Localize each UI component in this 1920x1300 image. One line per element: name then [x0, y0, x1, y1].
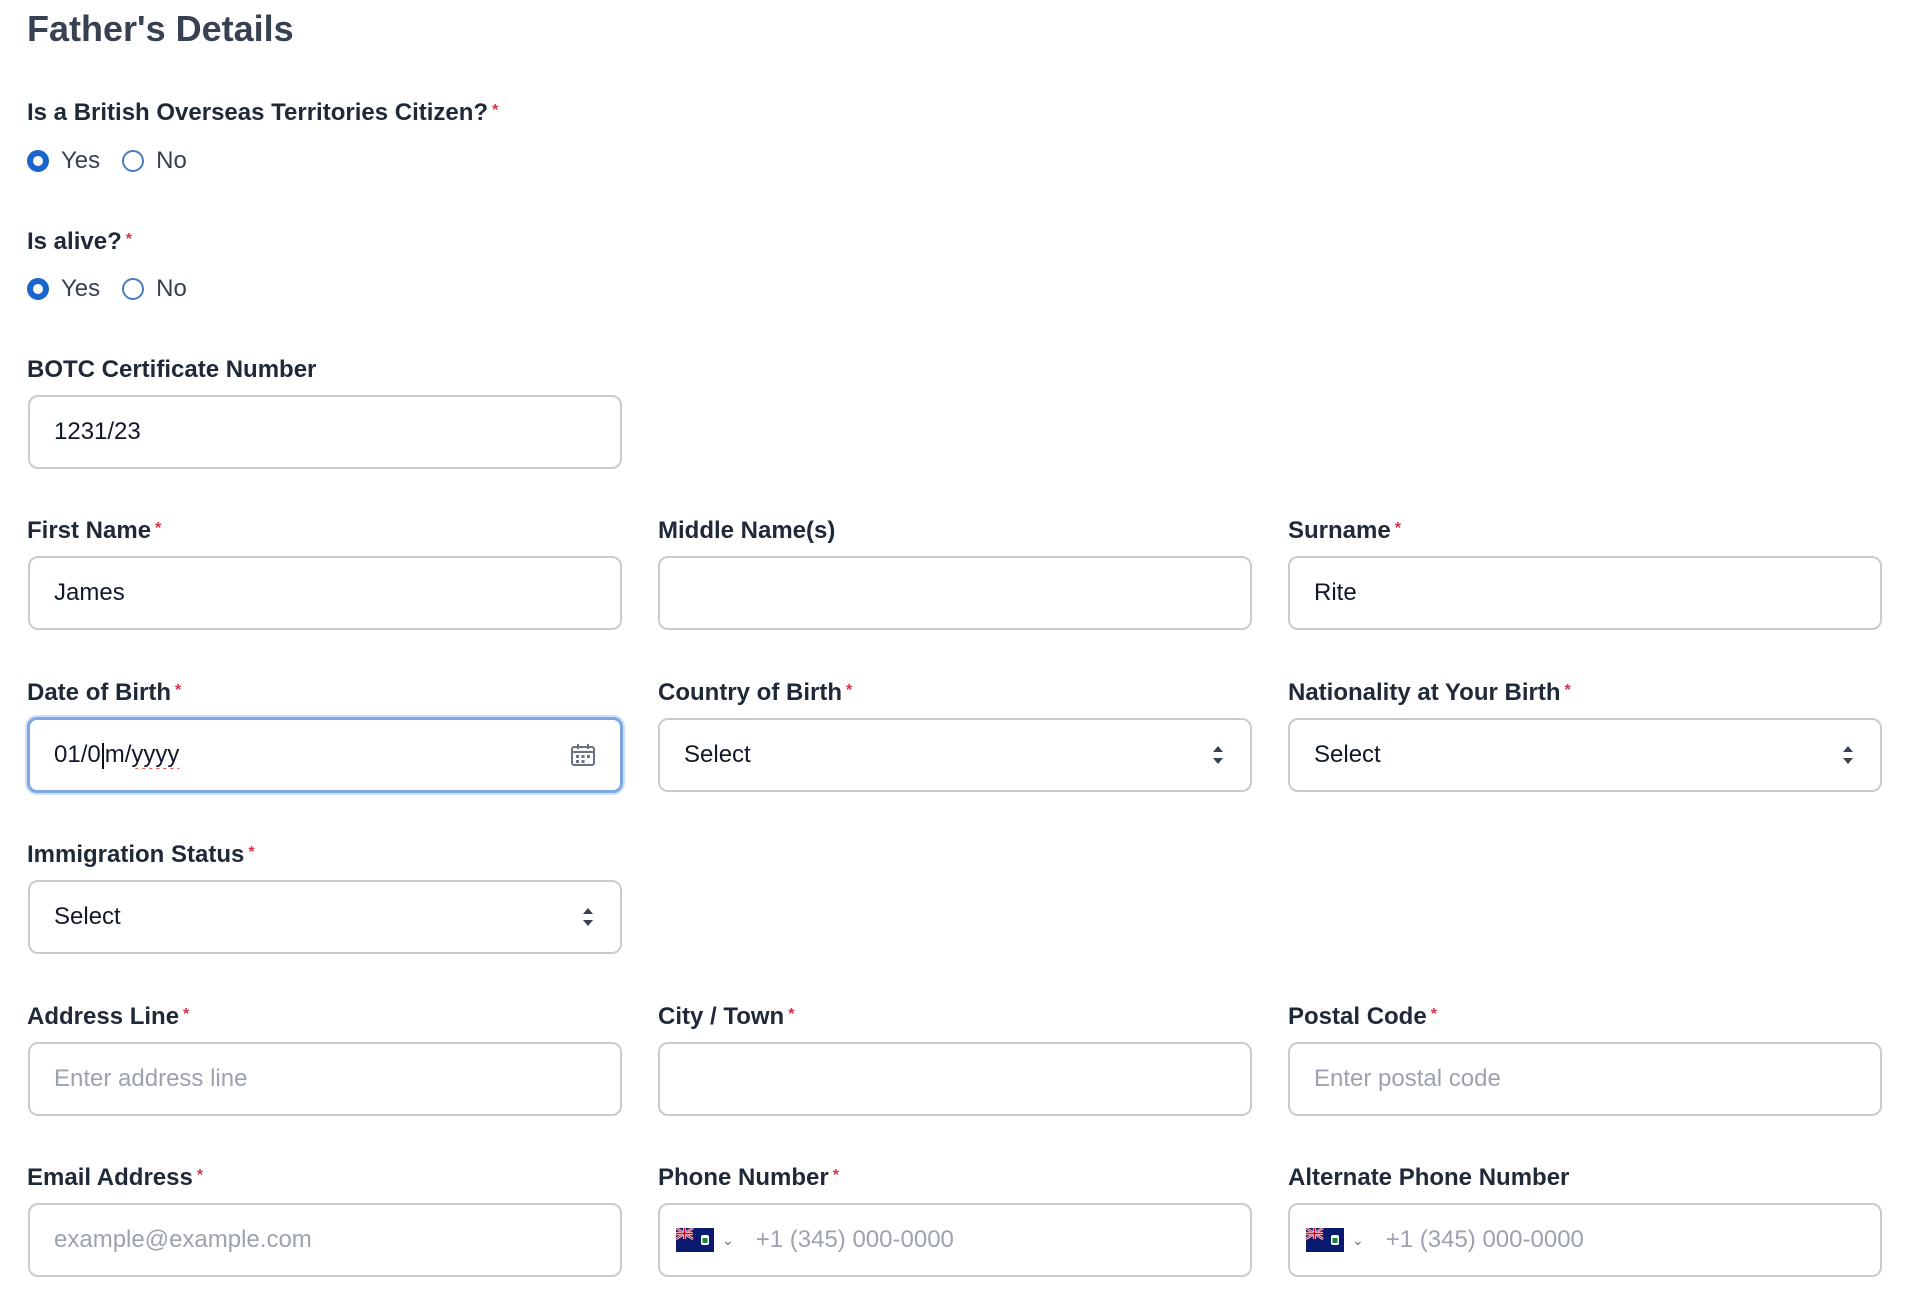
city-town-label: City / Town * [658, 1002, 794, 1032]
dob-label: Date of Birth * [27, 678, 181, 708]
required-mark: * [175, 682, 182, 699]
dob-label-text: Date of Birth [27, 679, 171, 706]
section-title: Father's Details [27, 8, 294, 49]
botc-certificate-value: 1231/23 [54, 418, 141, 445]
address-line-input[interactable]: Enter address line [28, 1042, 622, 1116]
alive-question-text: Is alive? [27, 228, 122, 255]
postal-code-label-text: Postal Code [1288, 1003, 1427, 1030]
surname-input[interactable]: Rite [1288, 556, 1882, 630]
country-of-birth-select[interactable]: Select [658, 718, 1252, 792]
alive-yes-label: Yes [61, 275, 101, 302]
chevron-down-icon[interactable]: ⌄ [1352, 1232, 1364, 1249]
alt-phone-placeholder: +1 (345) 000-0000 [1385, 1226, 1584, 1253]
required-mark: * [1564, 682, 1571, 699]
address-line-placeholder: Enter address line [54, 1065, 248, 1092]
nationality-at-birth-label-text: Nationality at Your Birth [1288, 679, 1561, 706]
botc-certificate-input[interactable]: 1231/23 [28, 395, 622, 469]
citizen-radio-group: Yes No [27, 144, 209, 178]
nationality-at-birth-select[interactable]: Select [1288, 718, 1882, 792]
immigration-status-label: Immigration Status * [27, 840, 255, 870]
surname-label-text: Surname [1288, 517, 1391, 544]
city-town-label-text: City / Town [658, 1003, 785, 1030]
immigration-status-value: Select [54, 903, 121, 930]
city-town-input[interactable] [658, 1042, 1252, 1116]
email-placeholder: example@example.com [54, 1226, 312, 1253]
immigration-status-select[interactable]: Select [28, 880, 622, 954]
postal-code-label: Postal Code * [1288, 1002, 1437, 1032]
required-mark: * [125, 231, 132, 248]
phone-label: Phone Number * [658, 1163, 839, 1193]
citizen-yes-label: Yes [61, 147, 101, 174]
citizen-question-text: Is a British Overseas Territories Citize… [27, 99, 489, 126]
required-mark: * [1394, 520, 1401, 537]
select-arrows-icon [1213, 746, 1223, 764]
select-arrows-icon [1843, 746, 1853, 764]
dob-value-year: yyyy [131, 741, 180, 768]
alive-no-option[interactable]: No [122, 275, 187, 303]
required-mark: * [1430, 1006, 1437, 1023]
citizen-question-label: Is a British Overseas Territories Citize… [27, 98, 498, 128]
fathers-details-form: Father's Details Is a British Overseas T… [0, 0, 1920, 1300]
dob-value-day: 01/0 [54, 741, 101, 768]
citizen-yes-option[interactable]: Yes [27, 147, 100, 175]
cayman-islands-flag-icon[interactable] [676, 1228, 714, 1252]
alive-no-label: No [156, 275, 187, 302]
citizen-no-label: No [156, 147, 187, 174]
postal-code-placeholder: Enter postal code [1314, 1065, 1501, 1092]
first-name-value: James [54, 579, 125, 606]
calendar-icon[interactable] [570, 743, 596, 767]
required-mark: * [196, 1167, 204, 1184]
alive-question-label: Is alive? * [27, 227, 132, 257]
surname-value: Rite [1314, 579, 1357, 606]
required-mark: * [832, 1167, 839, 1184]
text-caret [101, 742, 104, 769]
citizen-no-option[interactable]: No [122, 147, 187, 175]
first-name-label-text: First Name [27, 517, 152, 544]
cayman-islands-flag-icon[interactable] [1306, 1228, 1344, 1252]
dob-value-month: m/ [104, 741, 132, 768]
email-label: Email Address * [27, 1163, 203, 1193]
citizen-yes-radio[interactable] [27, 150, 49, 172]
country-of-birth-value: Select [684, 741, 751, 768]
alive-radio-group: Yes No [27, 272, 209, 306]
required-mark: * [845, 682, 853, 699]
phone-input[interactable]: ⌄ +1 (345) 000-0000 [658, 1203, 1252, 1277]
alt-phone-label: Alternate Phone Number [1288, 1164, 1570, 1191]
phone-label-text: Phone Number [658, 1164, 829, 1191]
required-mark: * [183, 1006, 190, 1023]
immigration-status-label-text: Immigration Status [27, 841, 245, 868]
country-of-birth-label-text: Country of Birth [658, 679, 842, 706]
date-of-birth-input[interactable]: 01/0 m/yyyy [27, 717, 623, 793]
email-input[interactable]: example@example.com [28, 1203, 622, 1277]
middle-name-label: Middle Name(s) [658, 517, 836, 544]
nationality-at-birth-value: Select [1314, 741, 1381, 768]
alive-yes-radio[interactable] [27, 278, 49, 300]
surname-label: Surname * [1288, 516, 1401, 546]
address-line-label: Address Line * [27, 1002, 189, 1032]
dob-value: 01/0 m/yyyy [54, 741, 570, 769]
botc-label: BOTC Certificate Number [27, 356, 317, 383]
first-name-input[interactable]: James [28, 556, 622, 630]
email-label-text: Email Address [27, 1164, 193, 1191]
required-mark: * [492, 102, 499, 119]
citizen-no-radio[interactable] [122, 150, 145, 172]
middle-name-input[interactable] [658, 556, 1252, 630]
required-mark: * [155, 520, 162, 537]
address-line-label-text: Address Line [27, 1003, 180, 1030]
select-arrows-icon [583, 908, 593, 926]
required-mark: * [788, 1006, 795, 1023]
alive-yes-option[interactable]: Yes [27, 275, 100, 303]
first-name-label: First Name * [27, 516, 161, 546]
alive-no-radio[interactable] [122, 278, 145, 300]
country-of-birth-label: Country of Birth * [658, 678, 852, 708]
phone-placeholder: +1 (345) 000-0000 [755, 1226, 954, 1253]
chevron-down-icon[interactable]: ⌄ [722, 1232, 734, 1249]
nationality-at-birth-label: Nationality at Your Birth * [1288, 678, 1571, 708]
alternate-phone-input[interactable]: ⌄ +1 (345) 000-0000 [1288, 1203, 1882, 1277]
postal-code-input[interactable]: Enter postal code [1288, 1042, 1882, 1116]
required-mark: * [248, 844, 255, 861]
